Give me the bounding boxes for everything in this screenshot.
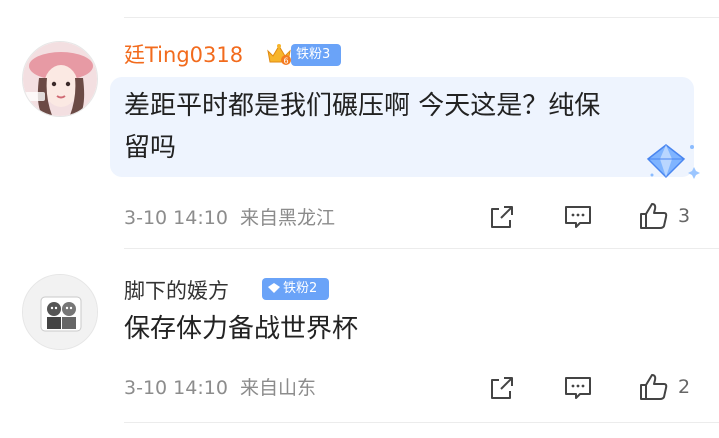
avatar[interactable] [22, 41, 98, 117]
comment-divider [124, 248, 719, 249]
comment-date: 3-10 14:10 [124, 207, 228, 229]
like-button[interactable]: 3 [638, 200, 690, 232]
fan-badge: 铁粉2 [262, 278, 329, 300]
share-icon [491, 377, 513, 399]
comment-meta: 3-10 14:10 来自黑龙江 [124, 206, 335, 230]
reply-button[interactable] [563, 203, 593, 231]
top-divider [124, 17, 719, 18]
bottom-divider [124, 422, 719, 423]
comment-location: 来自山东 [240, 377, 317, 399]
comment-text: 差距平时都是我们碾压啊 今天这是？纯保 留吗 [124, 91, 601, 163]
comment-icon [565, 206, 591, 228]
share-button[interactable] [488, 203, 516, 231]
like-count: 2 [678, 376, 691, 398]
crown-level: 6 [283, 57, 288, 66]
avatar[interactable] [22, 274, 98, 350]
like-button[interactable]: 2 [638, 371, 690, 403]
comment-location: 来自黑龙江 [240, 207, 336, 229]
username[interactable]: 廷Ting0318 [124, 42, 243, 68]
comment-text: 保存体力备战世界杯 [124, 314, 359, 344]
like-icon [640, 203, 668, 229]
fan-badge: 铁粉3 [291, 44, 341, 66]
like-count: 3 [678, 205, 691, 227]
comment-icon [565, 377, 591, 399]
comment-meta: 3-10 14:10 来自山东 [124, 376, 316, 400]
crown-icon: 6 [266, 42, 292, 66]
share-icon [491, 206, 513, 228]
share-button[interactable] [488, 374, 516, 402]
reply-button[interactable] [563, 374, 593, 402]
comment-date: 3-10 14:10 [124, 377, 228, 399]
diamond-icon [268, 282, 280, 293]
like-icon [640, 374, 668, 400]
username[interactable]: 脚下的媛方 [124, 278, 229, 304]
